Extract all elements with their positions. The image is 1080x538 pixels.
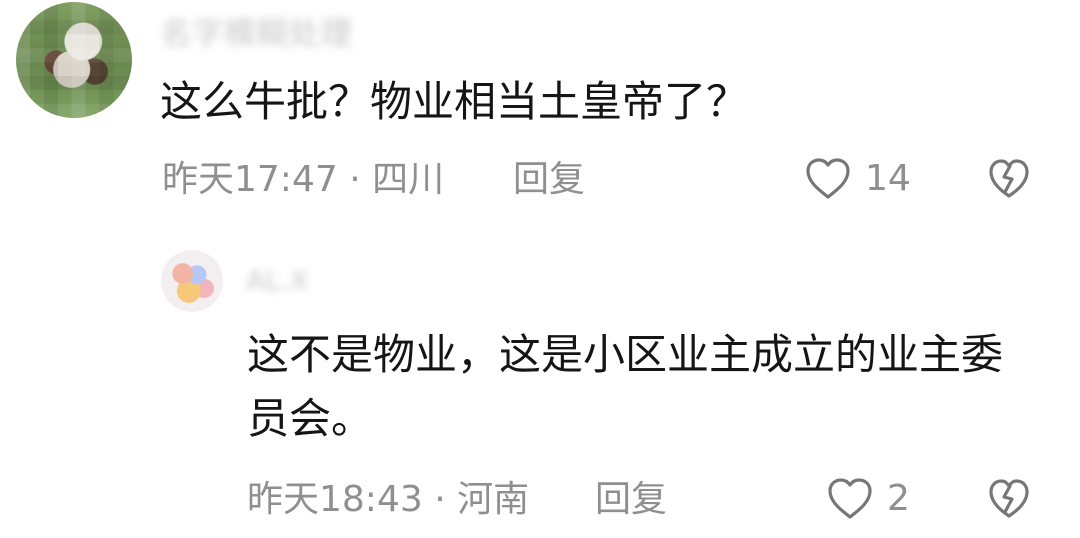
user-avatar[interactable] <box>16 2 132 118</box>
like-button[interactable]: 14 <box>804 157 911 201</box>
reply-button[interactable]: 回复 <box>595 478 667 522</box>
like-button[interactable]: 2 <box>826 477 910 521</box>
dislike-button[interactable] <box>987 158 1031 200</box>
broken-heart-icon <box>989 159 1029 198</box>
broken-heart-icon <box>989 479 1029 518</box>
comment-text: 这不是物业，这是小区业主成立的业主委员会。 <box>247 330 1004 443</box>
user-avatar[interactable] <box>161 250 223 312</box>
heart-outline-icon <box>828 478 872 519</box>
comment-meta: 昨天17:47 · 四川 <box>162 159 445 200</box>
dislike-button[interactable] <box>987 478 1031 520</box>
username[interactable]: 名字模糊处理 <box>160 8 352 54</box>
like-count: 14 <box>865 158 911 199</box>
comment-text: 这么牛批？物业相当土皇帝了？ <box>160 77 749 126</box>
comment-meta: 昨天18:43 · 河南 <box>247 479 530 520</box>
username[interactable]: AL.X <box>246 264 309 297</box>
heart-outline-icon <box>806 158 850 199</box>
reply-button[interactable]: 回复 <box>513 158 585 202</box>
like-count: 2 <box>887 478 910 519</box>
